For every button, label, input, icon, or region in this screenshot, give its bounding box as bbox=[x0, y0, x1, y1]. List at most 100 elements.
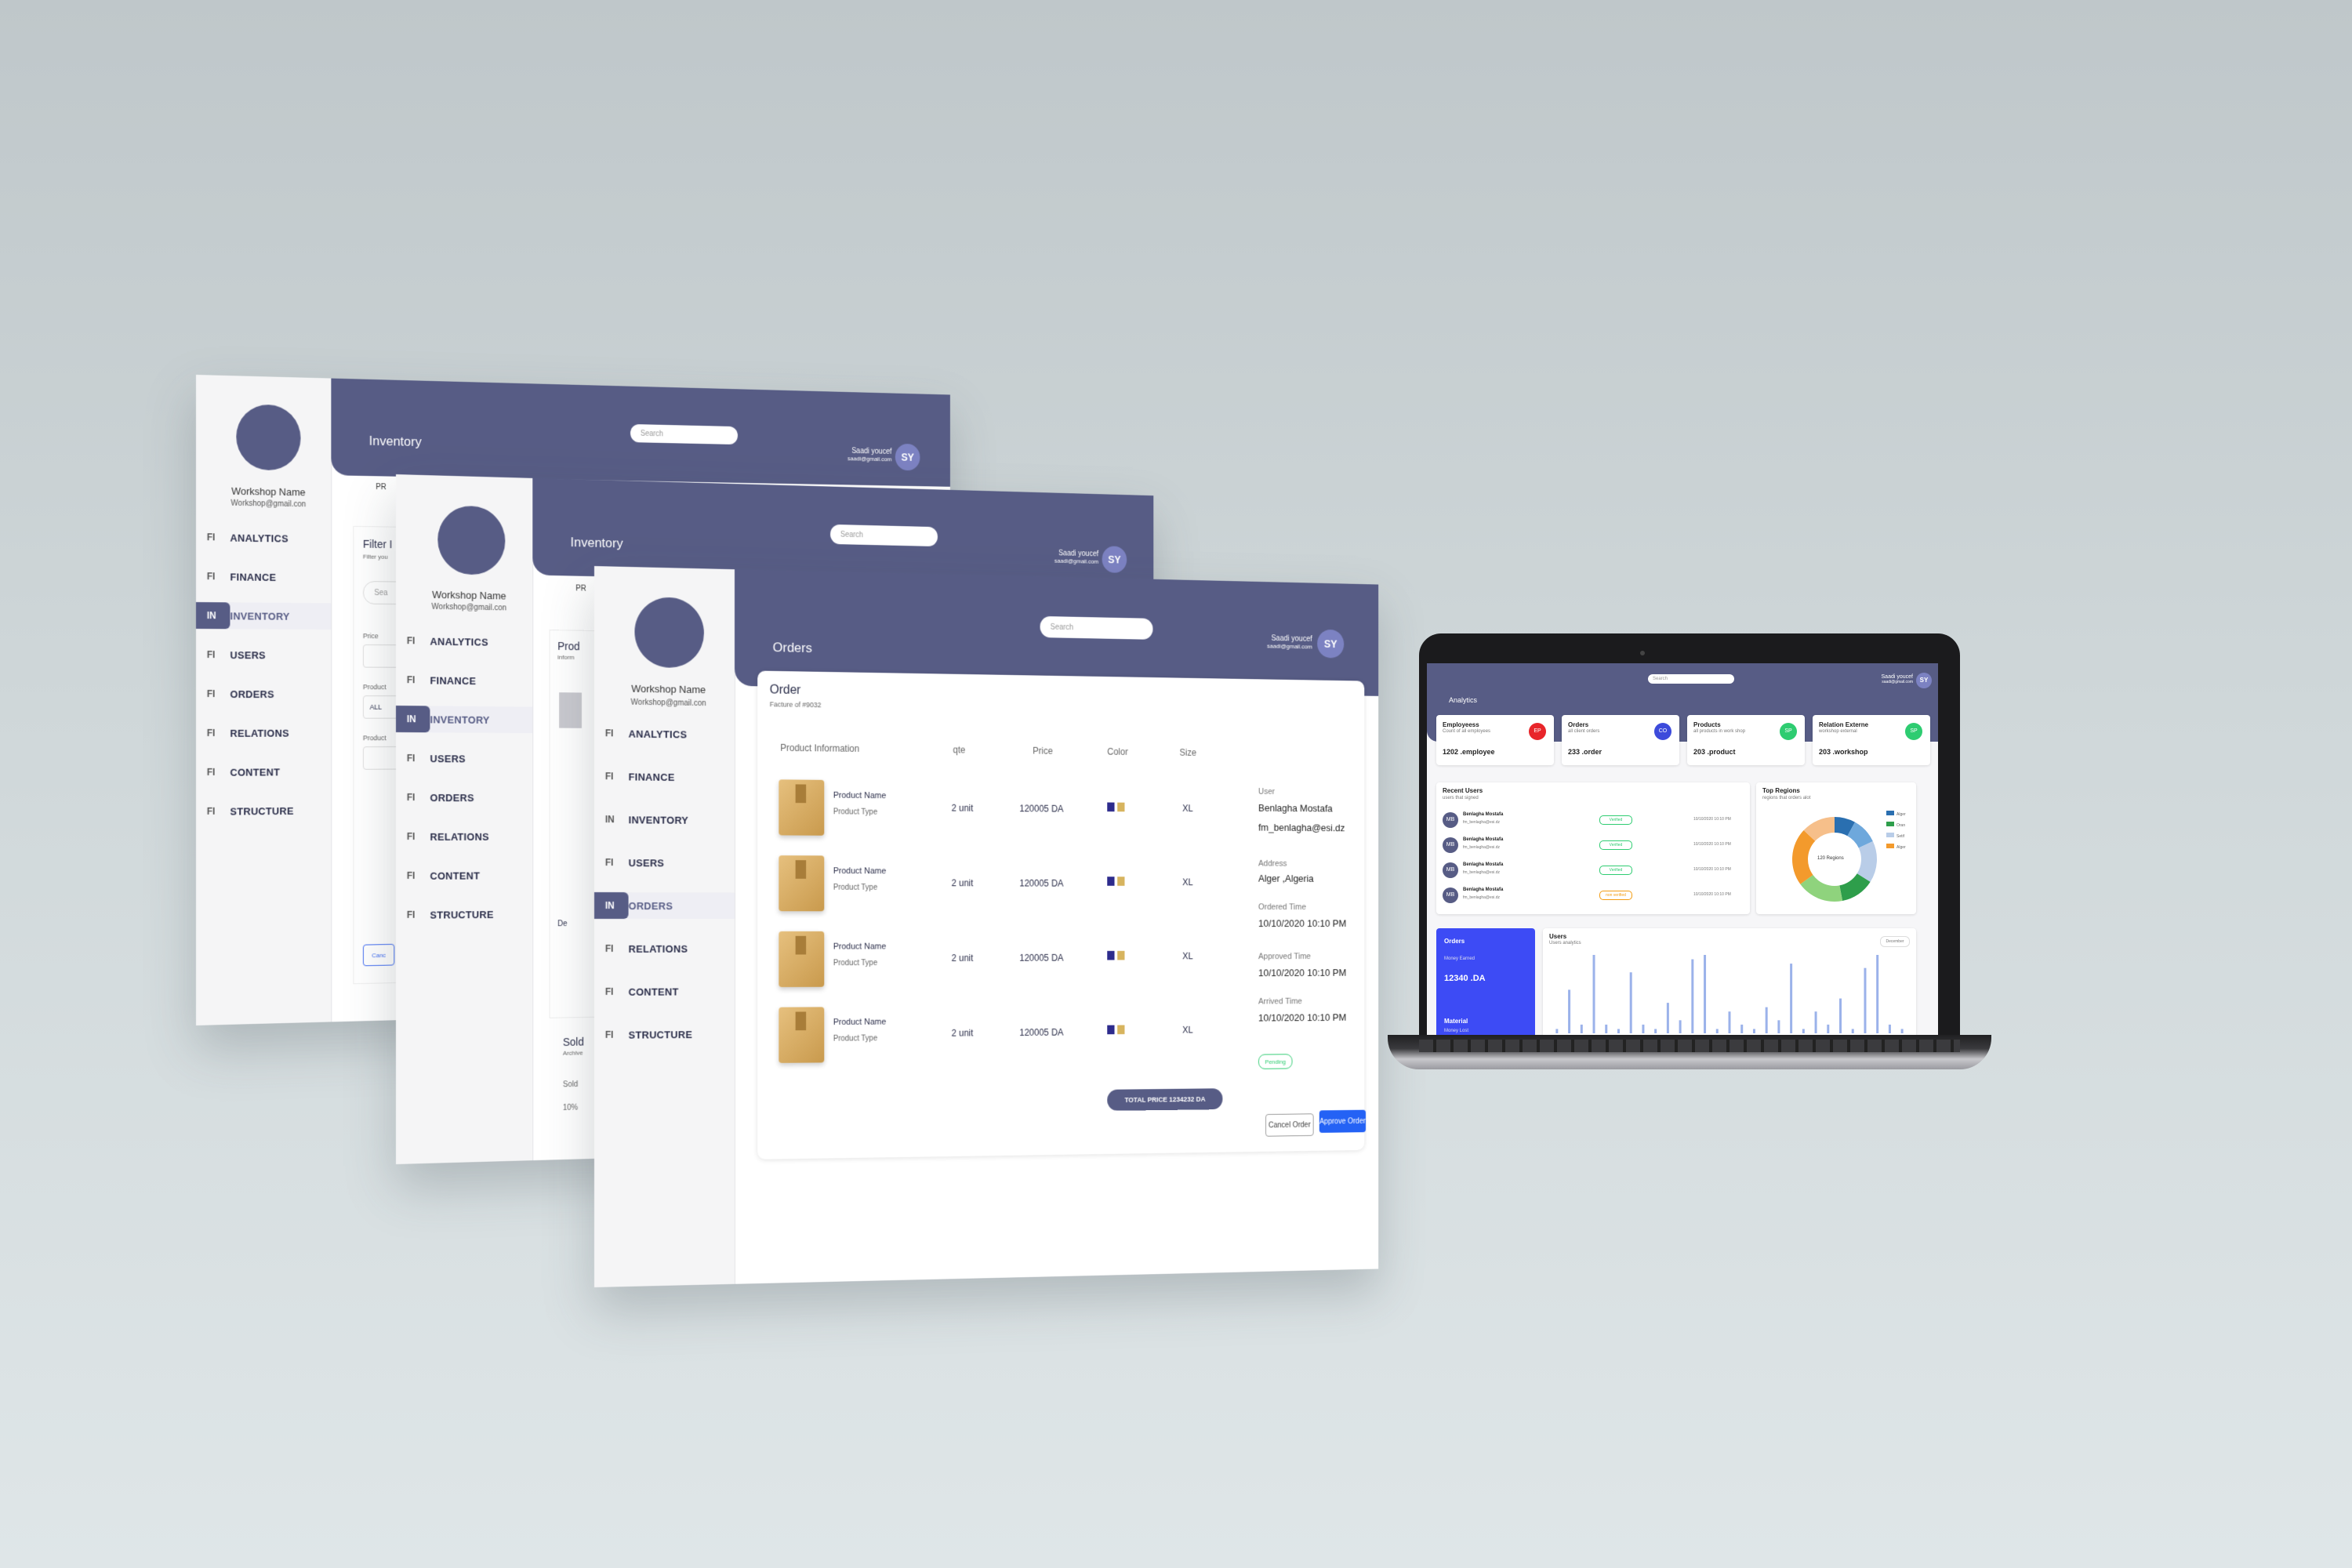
webcam bbox=[1640, 651, 1645, 655]
sidebar-item-analytics[interactable]: FI ANALYTICS bbox=[396, 627, 532, 655]
sidebar-item-relations[interactable]: FI RELATIONS bbox=[396, 823, 532, 850]
address-value: Alger ,Algeria bbox=[1258, 873, 1314, 884]
search-input[interactable]: Search bbox=[1040, 615, 1153, 640]
stat-badge: CO bbox=[1654, 723, 1671, 740]
products-tab[interactable]: PR bbox=[365, 477, 397, 496]
sidebar-item-icon: FI bbox=[206, 688, 216, 700]
workshop-email: Workshop@gmail.con bbox=[630, 698, 706, 709]
sidebar-item-content[interactable]: FI CONTENT bbox=[396, 862, 532, 889]
column-header: Color bbox=[1107, 746, 1128, 757]
table-row[interactable]: MB Benlagha Mostafa fm_benlagha@esi.dz non … bbox=[1443, 886, 1744, 906]
sidebar-item-label: USERS bbox=[628, 856, 665, 869]
stat-card[interactable]: Orders all client orders 233 .order CO bbox=[1562, 715, 1679, 765]
sidebar-item-users[interactable]: FI USERS bbox=[594, 849, 735, 877]
sidebar-item-orders[interactable]: FI ORDERS bbox=[196, 681, 331, 707]
sidebar-item-content[interactable]: FI CONTENT bbox=[196, 758, 331, 786]
user-avatar[interactable]: SY bbox=[895, 443, 920, 471]
table-row[interactable]: MB Benlagha Mostafa fm_benlagha@esi.dz Veri… bbox=[1443, 836, 1744, 856]
cancel-order-button[interactable]: Cancel Order bbox=[1265, 1113, 1314, 1137]
users-chart-title: Users bbox=[1549, 933, 1567, 940]
sidebar-item-icon: FI bbox=[406, 753, 416, 764]
legend-label: Alger bbox=[1896, 845, 1906, 850]
sidebar-item-users[interactable]: FI USERS bbox=[396, 745, 532, 772]
user-label: User bbox=[1258, 787, 1276, 797]
sidebar-item-finance[interactable]: FI FINANCE bbox=[196, 563, 331, 591]
stat-title: Orders bbox=[1568, 721, 1589, 728]
user-name: Benlagha Mostafa bbox=[1463, 887, 1504, 892]
stat-card[interactable]: Products all products in work shop 203 .pr… bbox=[1687, 715, 1805, 765]
stat-sub: all products in work shop bbox=[1693, 729, 1746, 734]
table-row[interactable]: MB Benlagha Mostafa fm_benlagha@esi.dz Veri… bbox=[1443, 861, 1744, 881]
sidebar-item-finance[interactable]: FI FINANCE bbox=[396, 666, 532, 695]
orders-card-value: 12340 .DA bbox=[1444, 974, 1486, 983]
sidebar-item-label: ORDERS bbox=[628, 899, 673, 912]
size: XL bbox=[1182, 877, 1193, 888]
avatar: MB bbox=[1443, 887, 1458, 903]
user-name: Benlagha Mostafa bbox=[1463, 812, 1504, 817]
recent-users-card: Recent Users users that signed MB Benlagh… bbox=[1436, 782, 1750, 914]
sidebar-item-icon: FI bbox=[406, 792, 416, 804]
sidebar-item-icon: FI bbox=[604, 771, 614, 782]
laptop-base bbox=[1388, 1035, 1991, 1069]
users-bar bbox=[1752, 1029, 1755, 1033]
product-name: Product Name bbox=[833, 866, 887, 877]
user-avatar[interactable]: SY bbox=[1102, 546, 1127, 573]
sidebar-item-relations[interactable]: FI RELATIONS bbox=[196, 720, 331, 746]
sidebar-item-structure[interactable]: FI STRUCTURE bbox=[196, 797, 331, 825]
legend-label: Alger bbox=[1896, 812, 1906, 817]
table-row[interactable]: MB Benlagha Mostafa fm_benlagha@esi.dz Veri… bbox=[1443, 811, 1744, 831]
user-avatar[interactable]: SY bbox=[1317, 629, 1345, 659]
users-bar bbox=[1851, 1029, 1854, 1033]
user-avatar[interactable]: SY bbox=[1916, 673, 1932, 688]
product-name: Product Name bbox=[833, 942, 887, 952]
sidebar-item-structure[interactable]: FI STRUCTURE bbox=[396, 901, 532, 928]
sidebar-item-orders[interactable]: IN ORDERS bbox=[594, 892, 735, 920]
sidebar-item-finance[interactable]: FI FINANCE bbox=[594, 763, 735, 791]
users-chart-sub: Users analytics bbox=[1549, 941, 1581, 946]
sidebar-item-inventory[interactable]: IN INVENTORY bbox=[594, 806, 735, 833]
quantity: 2 unit bbox=[951, 1027, 974, 1039]
users-bar bbox=[1900, 1029, 1904, 1033]
sidebar-item-icon: FI bbox=[206, 805, 216, 817]
search-input[interactable]: Search bbox=[1648, 674, 1734, 684]
sidebar-item-users[interactable]: FI USERS bbox=[196, 641, 331, 668]
search-input[interactable]: Search bbox=[630, 423, 738, 445]
stat-card[interactable]: Employeess Count of all employees 1202 .em… bbox=[1436, 715, 1554, 765]
top-regions-sub: regions that orders alot bbox=[1762, 796, 1811, 800]
user-name: Benlagha Mostafa bbox=[1463, 862, 1504, 867]
sidebar-item-inventory[interactable]: IN INVENTORY bbox=[396, 706, 533, 734]
stat-value: 203 .product bbox=[1693, 748, 1736, 756]
address-label: Address bbox=[1258, 858, 1287, 869]
size: XL bbox=[1182, 950, 1193, 962]
users-bar bbox=[1814, 1011, 1817, 1033]
legend-swatch bbox=[1886, 822, 1894, 826]
material-title: Material bbox=[1444, 1018, 1468, 1025]
sidebar-item-label: INVENTORY bbox=[230, 609, 290, 622]
user-email: fm_benlagha@esi.dz bbox=[1463, 845, 1501, 850]
sidebar-item-relations[interactable]: FI RELATIONS bbox=[594, 935, 735, 962]
cancel-button[interactable]: Canc bbox=[362, 943, 395, 967]
page-title: Analytics bbox=[1449, 696, 1478, 704]
users-bar bbox=[1666, 1003, 1669, 1033]
sidebar-item-analytics[interactable]: FI ANALYTICS bbox=[196, 524, 331, 552]
period-select[interactable]: December bbox=[1880, 936, 1910, 947]
approve-order-button[interactable]: Approve Order bbox=[1319, 1109, 1367, 1133]
stat-value: 233 .order bbox=[1568, 748, 1602, 756]
sidebar-item-icon: FI bbox=[406, 635, 416, 647]
user-name: Benlagha Mostafa bbox=[1463, 837, 1504, 842]
search-input[interactable]: Search bbox=[830, 524, 938, 547]
stat-card[interactable]: Relation Externe workshop external 203 .wo… bbox=[1813, 715, 1930, 765]
status-badge: Verified bbox=[1599, 840, 1632, 850]
analytics-screen: Analytics Search Saadi youcef saadi@gmail… bbox=[1427, 663, 1938, 1035]
users-bar bbox=[1864, 967, 1867, 1033]
products-tab[interactable]: PR bbox=[565, 579, 597, 597]
sidebar-item-orders[interactable]: FI ORDERS bbox=[396, 784, 532, 811]
sidebar-item-analytics[interactable]: FI ANALYTICS bbox=[594, 720, 735, 748]
status-badge: Pending bbox=[1258, 1054, 1293, 1069]
sidebar-item-content[interactable]: FI CONTENT bbox=[594, 978, 735, 1005]
sidebar-item-inventory[interactable]: IN INVENTORY bbox=[196, 602, 332, 630]
keyboard bbox=[1419, 1040, 1960, 1052]
sidebar-item-structure[interactable]: FI STRUCTURE bbox=[594, 1021, 735, 1048]
price: 120005 DA bbox=[1019, 1026, 1064, 1038]
legend-item: Oran bbox=[1886, 822, 1905, 828]
